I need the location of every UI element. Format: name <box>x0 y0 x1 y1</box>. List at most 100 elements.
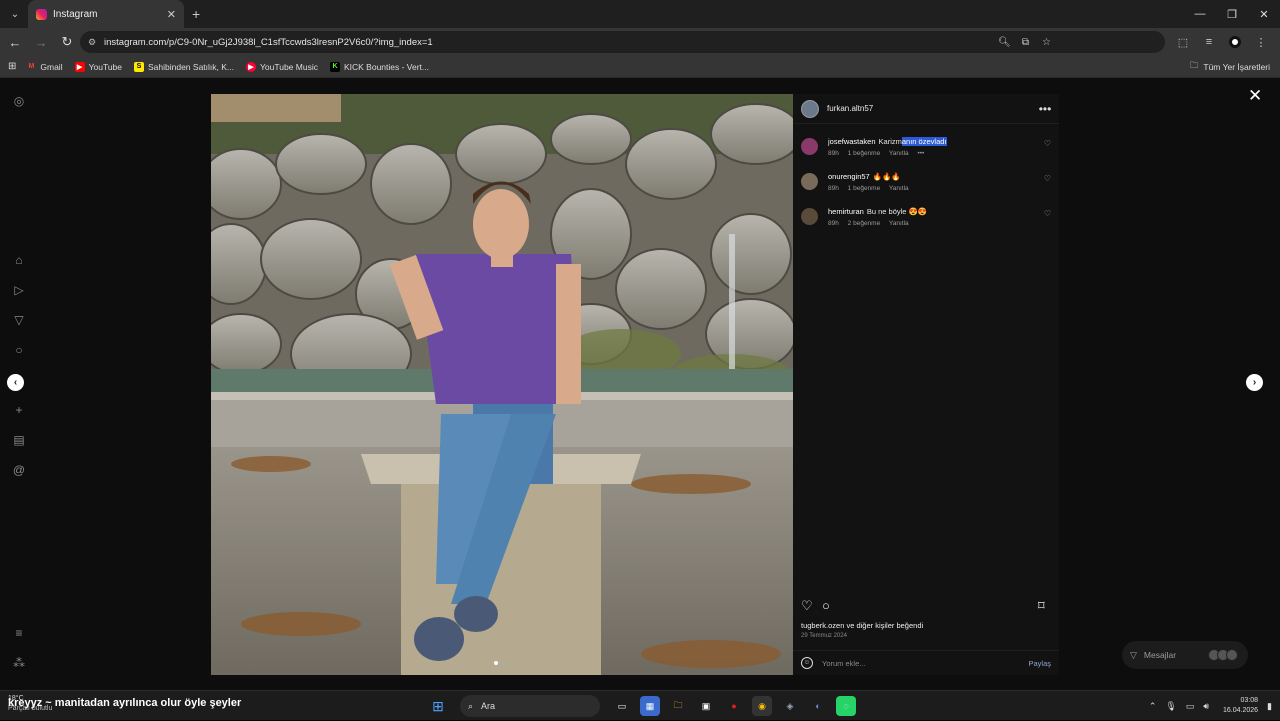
create-icon[interactable]: + <box>12 403 26 417</box>
prev-post-icon[interactable]: ‹ <box>7 374 24 391</box>
like-icon[interactable]: ♡ <box>801 598 813 614</box>
windows-taskbar: 18°C Parçalı bulutlu kreyyz ~ manitadan … <box>0 690 1280 720</box>
home-icon[interactable]: ⌂ <box>12 253 26 267</box>
red-app-icon[interactable]: ● <box>724 696 744 716</box>
whatsapp-icon[interactable]: ◌ <box>836 696 856 716</box>
zoom-icon[interactable]: 🔍︎ <box>994 37 1015 48</box>
bookmark-youtube[interactable]: ▶ YouTube <box>74 61 122 72</box>
instagram-logo-icon[interactable]: ◎ <box>12 94 26 108</box>
comment-meta: 89h 1 beğenme Yanıtla ••• <box>828 150 1059 157</box>
media-icon[interactable]: ≡ <box>1196 36 1222 48</box>
comment-body: Karizm <box>878 137 902 146</box>
threads-icon[interactable]: @ <box>12 463 26 477</box>
restore-icon[interactable]: ❐ <box>1216 0 1248 28</box>
post-actions: ♡ ○ ⌑ <box>793 596 1059 618</box>
new-tab-icon[interactable]: + <box>192 6 200 22</box>
comment-body: 🔥🔥🔥 <box>872 172 901 181</box>
reply-button[interactable]: Yanıtla <box>889 185 909 192</box>
comment-input[interactable]: Yorum ekle... <box>822 659 1028 668</box>
chrome-icon[interactable]: ◉ <box>752 696 772 716</box>
commenter-username[interactable]: josefwastaken <box>828 137 876 146</box>
forward-icon[interactable]: → <box>28 35 54 50</box>
messages-button[interactable]: ▽ Mesajlar <box>1122 641 1248 669</box>
bookmark-sahibinden[interactable]: S Sahibinden Satılık, K... <box>134 61 234 72</box>
bookmark-gmail[interactable]: M Gmail <box>26 62 62 72</box>
save-bookmark-icon[interactable]: ⌑ <box>1038 598 1045 614</box>
close-modal-icon[interactable]: ✕ <box>1248 86 1262 106</box>
post-comment-button[interactable]: Paylaş <box>1028 659 1051 668</box>
comment-likes[interactable]: 2 beğenme <box>848 220 881 227</box>
author-username[interactable]: furkan.altn57 <box>827 104 1035 113</box>
emoji-icon[interactable]: ☺ <box>801 657 813 669</box>
comment-icon[interactable]: ○ <box>822 598 830 613</box>
author-avatar[interactable] <box>801 99 819 118</box>
task-view-icon[interactable]: ▭ <box>612 696 632 716</box>
more-options-icon[interactable]: ••• <box>1035 102 1055 116</box>
comment-text: onurengin57 🔥🔥🔥 <box>828 171 1059 183</box>
microphone-icon[interactable]: 🎙︎ <box>1165 701 1176 712</box>
minimize-icon[interactable]: — <box>1184 0 1216 28</box>
menu-icon[interactable]: ⋮ <box>1248 36 1274 49</box>
notifications-icon[interactable]: ▮ <box>1267 701 1272 712</box>
bookmark-label: YouTube <box>88 61 122 72</box>
bookmark-kick[interactable]: K KICK Bounties - Vert... <box>329 61 429 72</box>
apps-grid-icon[interactable]: ⊞ <box>8 61 16 72</box>
kick-icon: K <box>329 61 340 72</box>
file-explorer-icon[interactable]: 🗀 <box>668 696 688 716</box>
windows-start-icon[interactable]: ⊞ <box>428 696 448 716</box>
reply-button[interactable]: Yanıtla <box>889 220 909 227</box>
direct-message-icon: ▽ <box>1130 649 1137 660</box>
youtube-music-icon: ▶ <box>246 61 256 72</box>
back-icon[interactable]: ← <box>2 35 28 50</box>
comment-likes[interactable]: 1 beğenme <box>848 150 881 157</box>
commenter-avatar[interactable] <box>801 138 818 155</box>
more-menu-icon[interactable]: ≡ <box>12 626 26 640</box>
tab-search-icon[interactable]: ⌄ <box>4 3 26 25</box>
reload-icon[interactable]: ↻ <box>54 34 80 50</box>
comment-more-icon[interactable]: ••• <box>917 150 924 157</box>
close-tab-icon[interactable]: ✕ <box>167 8 176 21</box>
message-avatars <box>1208 649 1238 661</box>
liked-by-text[interactable]: tugberk.ozen ve diğer kişiler beğendi <box>801 621 923 630</box>
volume-icon[interactable]: 🔊︎ <box>1203 701 1209 712</box>
taskbar-search[interactable]: ⌕ Ara <box>460 695 600 717</box>
comment-likes[interactable]: 1 beğenme <box>848 185 881 192</box>
bookmark-youtube-music[interactable]: ▶ YouTube Music <box>246 61 318 72</box>
microsoft-store-icon[interactable]: ▣ <box>696 696 716 716</box>
commenter-avatar[interactable] <box>801 208 818 225</box>
all-bookmarks[interactable]: 🗀 Tüm Yer İşaretleri <box>1190 56 1270 78</box>
dashboard-icon[interactable]: ▤ <box>12 433 26 447</box>
address-bar[interactable]: ⚙ instagram.com/p/C9-0Nr_uGj2J938l_C1sfT… <box>80 31 1165 53</box>
taskbar-apps: ⊞ ⌕ Ara ▭ ▦ 🗀 ▣ ● ◉ ◈ ◐ ◌ <box>424 693 860 719</box>
commenter-avatar[interactable] <box>801 173 818 190</box>
tray-overflow-icon[interactable]: ⌃ <box>1149 701 1157 712</box>
next-post-icon[interactable]: › <box>1246 374 1263 391</box>
site-info-icon[interactable]: ⚙ <box>88 37 100 48</box>
tab-instagram[interactable]: Instagram ✕ <box>28 0 184 28</box>
search-icon[interactable]: ○ <box>12 343 26 357</box>
clock[interactable]: 03:08 16.04.2026 <box>1223 696 1258 716</box>
comment-like-icon[interactable]: ♡ <box>1044 209 1051 218</box>
also-from-meta-icon[interactable]: ⁂ <box>12 656 26 670</box>
add-comment-bar: ☺ Yorum ekle... Paylaş <box>793 650 1059 675</box>
discord-icon[interactable]: ◐ <box>808 696 828 716</box>
extensions-icon[interactable]: ⬚ <box>1170 36 1196 49</box>
comment-like-icon[interactable]: ♡ <box>1044 174 1051 183</box>
bookmark-label: Gmail <box>40 61 63 72</box>
comment-like-icon[interactable]: ♡ <box>1044 139 1051 148</box>
toolbar-right: ⬚ ≡ ⋮ <box>1170 28 1274 56</box>
reply-button[interactable]: Yanıtla <box>889 150 909 157</box>
direct-icon[interactable]: ▽ <box>12 313 26 327</box>
steam-icon[interactable]: ◈ <box>780 696 800 716</box>
commenter-username[interactable]: hemirturan <box>828 207 864 216</box>
tab-title: Instagram <box>53 8 98 20</box>
window-close-icon[interactable]: ✕ <box>1248 0 1280 28</box>
widgets-icon[interactable]: ▦ <box>640 696 660 716</box>
url-text: instagram.com/p/C9-0Nr_uGj2J938l_C1sfTcc… <box>104 36 433 48</box>
cast-icon[interactable]: ⧉ <box>1015 37 1036 48</box>
bookmark-star-icon[interactable]: ☆ <box>1036 37 1057 48</box>
profile-avatar[interactable] <box>1229 36 1241 48</box>
reels-icon[interactable]: ▷ <box>12 283 26 297</box>
network-icon[interactable]: ▭ <box>1186 701 1195 712</box>
commenter-username[interactable]: onurengin57 <box>828 172 870 181</box>
